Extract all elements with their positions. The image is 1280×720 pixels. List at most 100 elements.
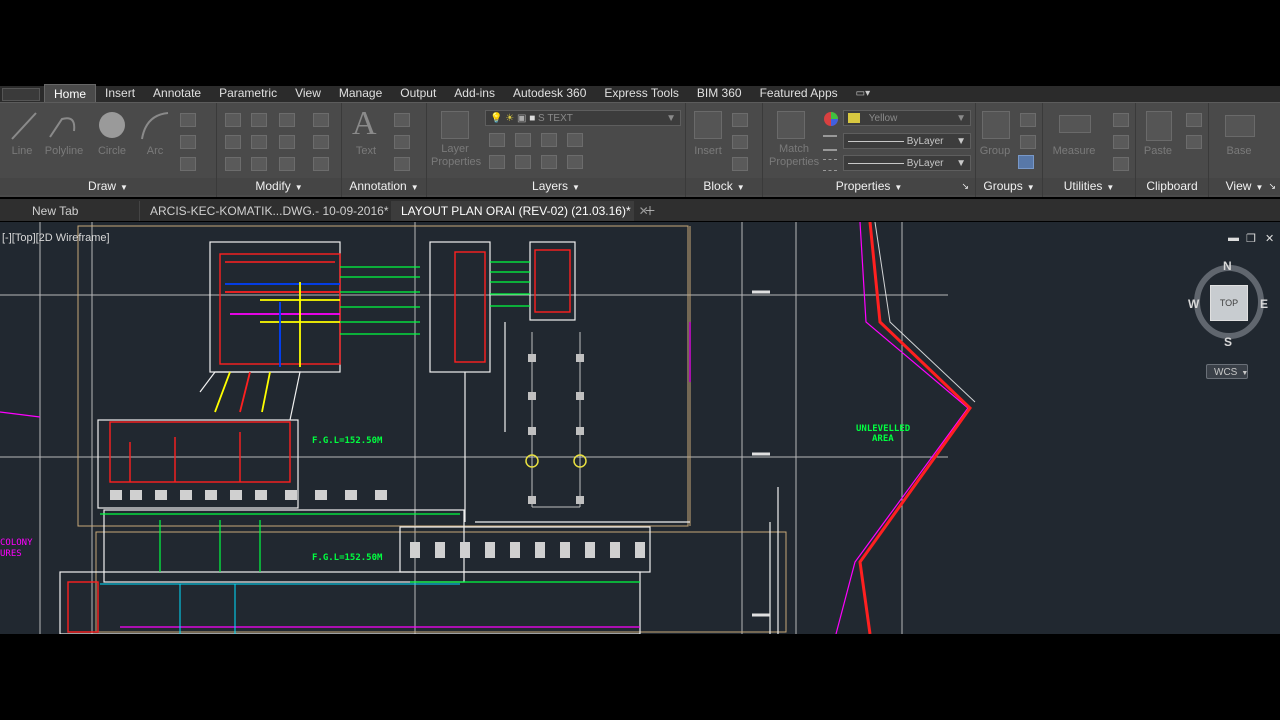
close-icon[interactable]: ✕ [1265, 232, 1274, 245]
tab-manage[interactable]: Manage [330, 84, 391, 103]
tab-parametric[interactable]: Parametric [210, 84, 286, 103]
text-button[interactable]: Text [348, 145, 384, 157]
layer-tool-icon[interactable] [541, 155, 557, 169]
paste-icon[interactable] [1146, 111, 1172, 141]
tab-home[interactable]: Home [44, 84, 97, 104]
measure-button[interactable]: Measure [1049, 145, 1099, 157]
file-tab-new[interactable]: New Tab [22, 201, 138, 221]
compass-south[interactable]: S [1224, 335, 1232, 349]
tab-insert[interactable]: Insert [96, 84, 144, 103]
application-button[interactable] [2, 88, 40, 101]
arc-icon[interactable] [140, 111, 172, 141]
layer-dropdown[interactable]: 💡 ☀ ▣ ■ S TEXT ▼ [485, 110, 681, 126]
dimension-icon[interactable] [394, 113, 410, 127]
minimize-icon[interactable]: ▬ [1228, 232, 1239, 244]
copy-clip-icon[interactable] [1186, 135, 1202, 149]
scale-icon[interactable] [251, 157, 267, 171]
line-icon[interactable] [10, 111, 38, 141]
annotation-panel-label[interactable]: Annotation ▼ [342, 178, 426, 195]
properties-panel-label[interactable]: Properties ▼ ↘ [763, 178, 975, 195]
offset-icon[interactable] [313, 157, 329, 171]
hatch-icon[interactable] [180, 135, 196, 149]
trim-icon[interactable] [279, 113, 295, 127]
array-icon[interactable] [279, 157, 295, 171]
insert-button[interactable]: Insert [688, 145, 728, 157]
draw-panel-label[interactable]: Draw ▼ [0, 178, 216, 195]
create-block-icon[interactable] [732, 113, 748, 127]
clipboard-panel-label[interactable]: Clipboard [1136, 178, 1208, 195]
tab-output[interactable]: Output [391, 84, 445, 103]
compass-east[interactable]: E [1260, 297, 1268, 311]
leader-icon[interactable] [394, 135, 410, 149]
edit-block-icon[interactable] [732, 135, 748, 149]
group-edit-icon[interactable] [1020, 135, 1036, 149]
calculator-icon[interactable] [1113, 113, 1129, 127]
text-icon[interactable]: A [352, 105, 377, 143]
layer-tool-icon[interactable] [489, 155, 505, 169]
paste-button[interactable]: Paste [1140, 145, 1176, 157]
layer-tool-icon[interactable] [515, 155, 531, 169]
view-panel-label[interactable]: View ▼ ↘ [1209, 178, 1280, 195]
lineweight-dropdown[interactable]: ByLayer ▼ [843, 133, 971, 149]
group-selection-icon[interactable] [1018, 155, 1034, 169]
layer-properties-button[interactable]: Layer Properties [431, 143, 481, 169]
new-tab-button[interactable]: ＋ [640, 201, 662, 221]
viewcube-top-face[interactable]: TOP [1210, 285, 1248, 321]
rotate-icon[interactable] [251, 113, 267, 127]
insert-block-icon[interactable] [694, 111, 722, 139]
layer-tool-icon[interactable] [541, 133, 557, 147]
restore-icon[interactable]: ❐ [1246, 232, 1256, 245]
layer-tool-icon[interactable] [567, 133, 583, 147]
layer-tool-icon[interactable] [567, 155, 583, 169]
file-tab-layout-plan[interactable]: LAYOUT PLAN ORAI (REV-02) (21.03.16)* ✕ [391, 201, 649, 221]
tab-featured-apps[interactable]: Featured Apps [751, 84, 847, 103]
drawing-canvas[interactable]: F.G.L=152.50M F.G.L=152.50M UNLEVELLED A… [0, 222, 1280, 634]
measure-icon[interactable] [1059, 115, 1091, 133]
erase-icon[interactable] [313, 113, 329, 127]
base-view-icon[interactable] [1225, 115, 1255, 137]
tab-autodesk-360[interactable]: Autodesk 360 [504, 84, 595, 103]
match-properties-button[interactable]: Match Properties [769, 143, 819, 169]
move-icon[interactable] [225, 113, 241, 127]
stretch-icon[interactable] [225, 157, 241, 171]
layer-tool-icon[interactable] [489, 133, 505, 147]
file-tab-arcis[interactable]: ARCIS-KEC-KOMATIK...DWG.- 10-09-2016* [139, 201, 389, 221]
block-panel-label[interactable]: Block ▼ [686, 178, 762, 195]
tab-express-tools[interactable]: Express Tools [595, 84, 687, 103]
arc-button[interactable]: Arc [138, 145, 172, 157]
locate-icon[interactable] [1113, 135, 1129, 149]
fillet-icon[interactable] [279, 135, 295, 149]
group-icon[interactable] [982, 111, 1010, 139]
wcs-menu[interactable]: WCS ▼ [1206, 364, 1248, 379]
dialog-launcher-icon[interactable]: ↘ [1268, 178, 1276, 195]
compass-north[interactable]: N [1223, 259, 1232, 273]
base-button[interactable]: Base [1219, 145, 1259, 157]
tab-add-ins[interactable]: Add-ins [445, 84, 504, 103]
table-icon[interactable] [394, 157, 410, 171]
quick-select-icon[interactable] [1113, 157, 1129, 171]
viewport-controls[interactable]: [-][Top][2D Wireframe] [2, 232, 110, 244]
tab-view[interactable]: View [286, 84, 330, 103]
ungroup-icon[interactable] [1020, 113, 1036, 127]
viewcube[interactable]: N S E W TOP [1188, 258, 1270, 349]
dialog-launcher-icon[interactable]: ↘ [961, 178, 969, 195]
group-button[interactable]: Group [976, 145, 1014, 157]
utilities-panel-label[interactable]: Utilities ▼ [1043, 178, 1135, 195]
layer-tool-icon[interactable] [515, 133, 531, 147]
copy-icon[interactable] [225, 135, 241, 149]
cut-icon[interactable] [1186, 113, 1202, 127]
circle-icon[interactable] [96, 109, 128, 141]
layers-panel-label[interactable]: Layers ▼ [427, 178, 685, 195]
rectangle-icon[interactable] [180, 113, 196, 127]
linetype-dropdown[interactable]: ByLayer ▼ [843, 155, 971, 171]
polyline-button[interactable]: Polyline [42, 145, 86, 157]
mirror-icon[interactable] [251, 135, 267, 149]
modify-panel-label[interactable]: Modify ▼ [217, 178, 341, 195]
tab-annotate[interactable]: Annotate [144, 84, 210, 103]
compass-west[interactable]: W [1188, 297, 1199, 311]
explode-icon[interactable] [313, 135, 329, 149]
layer-properties-icon[interactable] [441, 111, 469, 139]
gradient-icon[interactable] [180, 157, 196, 171]
color-wheel-icon[interactable] [823, 111, 839, 127]
tab-bim-360[interactable]: BIM 360 [688, 84, 751, 103]
